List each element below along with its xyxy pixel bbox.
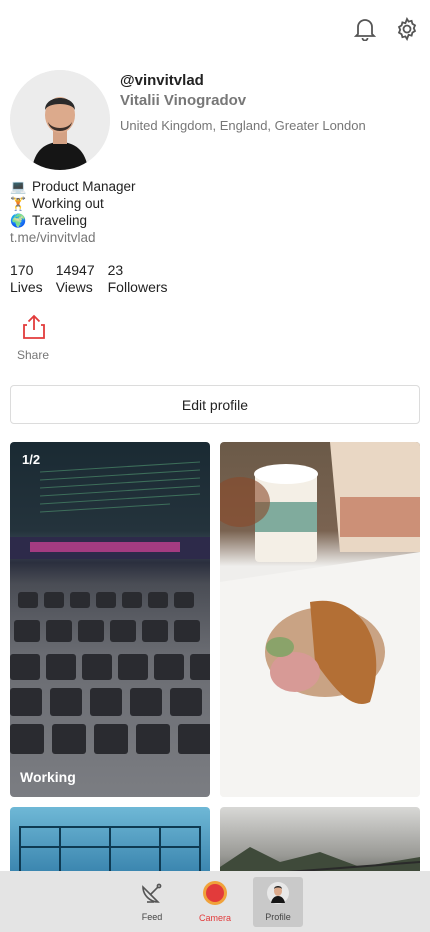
bio-link[interactable]: t.me/vinvitvlad [10,229,136,246]
bio-line: 🌍 Traveling [10,212,136,229]
bell-icon[interactable] [352,14,378,44]
bio-line: 🏋 Working out [10,195,136,212]
location: United Kingdom, England, Greater London [120,118,366,133]
satellite-dish-icon [140,881,164,910]
top-actions [352,14,420,44]
share-button[interactable]: Share [14,314,54,362]
stat-label: Followers [107,279,168,295]
tab-label: Profile [265,912,291,922]
stat-value: 170 [10,262,34,278]
profile-header: @vinvitvlad Vitalii Vinogradov United Ki… [10,70,420,170]
avatar-icon [266,881,290,910]
tab-label: Camera [198,913,231,923]
bio-text: Traveling [32,213,88,228]
bio-line: 💻 Product Manager [10,178,136,195]
stat-lives[interactable]: 170 Lives [10,262,43,296]
bio: 💻 Product Manager 🏋 Working out 🌍 Travel… [10,178,136,246]
globe-icon: 🌍 [10,213,27,228]
post-caption: Working [20,769,76,785]
stat-label: Lives [10,279,43,295]
bottom-tab-bar: Feed Camera Profile [0,871,430,932]
laptop-icon: 💻 [10,179,27,194]
tab-profile[interactable]: Profile [253,876,303,927]
stats-row: 170 Lives 14947 Views 23 Followers [10,262,168,296]
bio-text: Product Manager [32,179,136,194]
weightlifter-icon: 🏋 [10,196,27,211]
share-label: Share [16,348,50,362]
avatar[interactable] [10,70,110,170]
tab-camera[interactable]: Camera [190,877,240,927]
tab-label: Feed [141,912,163,922]
post-tile[interactable]: 1/2 Working [10,442,210,797]
bio-text: Working out [32,196,104,211]
gear-icon[interactable] [394,14,420,44]
edit-profile-button[interactable]: Edit profile [10,385,420,424]
stat-label: Views [55,279,93,295]
tab-feed[interactable]: Feed [127,877,177,927]
post-count: 1/2 [22,452,41,467]
full-name: Vitalii Vinogradov [120,92,247,109]
username: @vinvitvlad [120,72,204,89]
record-icon [202,880,228,911]
post-tile[interactable] [220,442,420,797]
share-icon [22,314,46,344]
stat-views[interactable]: 14947 Views [56,262,95,296]
stat-followers[interactable]: 23 Followers [108,262,168,296]
stat-value: 14947 [55,262,95,278]
stat-value: 23 [107,262,124,278]
